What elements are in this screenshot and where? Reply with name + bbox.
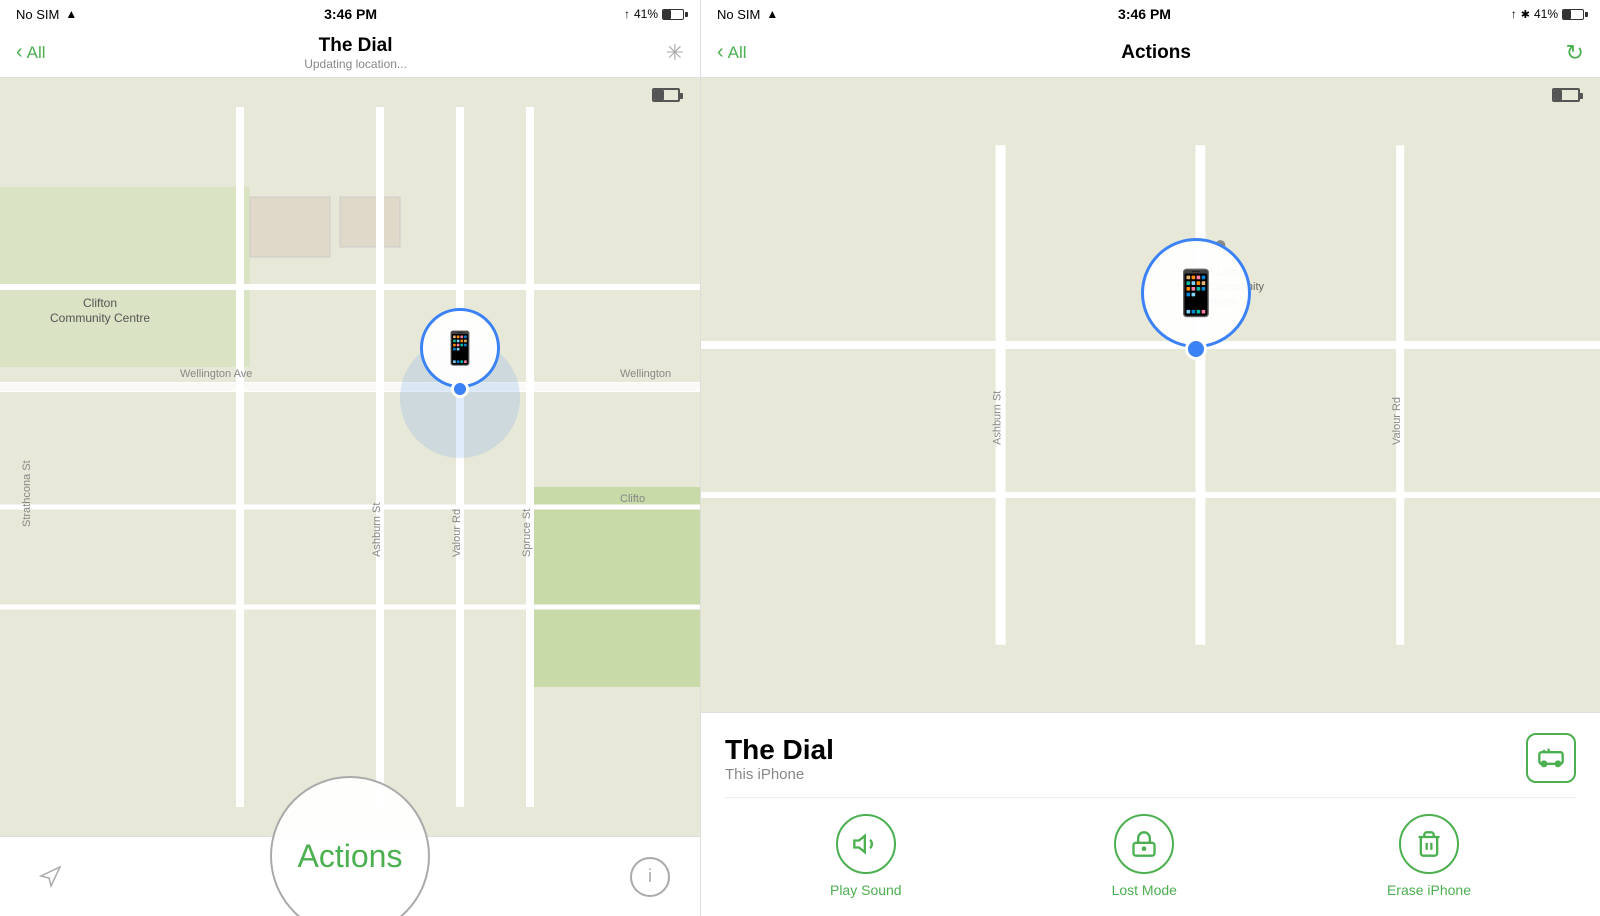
device-name: The Dial xyxy=(725,734,834,766)
iphone-icon-left: 📱 xyxy=(440,329,480,367)
nav-title-left: The Dial xyxy=(319,35,393,57)
device-info-panel: The Dial This iPhone xyxy=(701,712,1600,916)
actions-label: Actions xyxy=(298,838,403,875)
status-bar-right: No SIM ▲ 3:46 PM ↑ ✱ 41% xyxy=(701,0,1600,28)
info-icon: i xyxy=(648,866,652,887)
device-info-header: The Dial This iPhone xyxy=(725,733,1576,783)
map-battery-indicator-right xyxy=(1552,88,1580,102)
svg-text:Ashburn St: Ashburn St xyxy=(992,391,1004,445)
status-right-group-right: ↑ ✱ 41% xyxy=(1511,7,1584,21)
back-button-left[interactable]: ‹ All xyxy=(16,41,46,64)
battery-pct-right: 41% xyxy=(1534,7,1558,21)
chevron-left-icon-right: ‹ xyxy=(717,41,724,64)
device-circle-right: 📱 xyxy=(1141,238,1251,348)
time-display-left: 3:46 PM xyxy=(324,6,377,22)
back-label-right: All xyxy=(728,43,747,63)
erase-icon xyxy=(1399,814,1459,874)
battery-icon-right xyxy=(1562,9,1584,20)
svg-text:Community Centre: Community Centre xyxy=(50,311,150,325)
location-icon-right: ↑ xyxy=(1511,7,1517,21)
info-button[interactable]: i xyxy=(630,857,670,897)
device-dot-right xyxy=(1185,338,1207,360)
chevron-left-icon: ‹ xyxy=(16,41,23,64)
svg-text:Strathcona St: Strathcona St xyxy=(21,460,33,527)
erase-iphone-label: Erase iPhone xyxy=(1387,882,1471,898)
device-type: This iPhone xyxy=(725,766,834,783)
nav-title-right: Actions xyxy=(1121,42,1191,64)
directions-button[interactable] xyxy=(1526,733,1576,783)
nav-bar-left: ‹ All The Dial Updating location... ✳ xyxy=(0,28,700,78)
svg-text:Valour Rd: Valour Rd xyxy=(451,509,463,557)
map-svg-left: Wellington Ave Strathcona St Ashburn St … xyxy=(0,78,700,836)
svg-text:Spruce St: Spruce St xyxy=(521,509,533,557)
iphone-icon-right: 📱 xyxy=(1169,267,1224,319)
back-label-left: All xyxy=(27,43,46,63)
bluetooth-icon: ✱ xyxy=(1521,8,1530,21)
location-button[interactable] xyxy=(30,857,70,897)
location-icon: ↑ xyxy=(624,7,630,21)
loading-icon-left: ✳ xyxy=(666,40,684,66)
erase-iphone-button[interactable]: Erase iPhone xyxy=(1387,814,1471,898)
svg-text:Clifton: Clifton xyxy=(83,296,117,310)
back-button-right[interactable]: ‹ All xyxy=(717,41,747,64)
nav-bar-right: ‹ All Actions ↻ xyxy=(701,28,1600,78)
map-area-right: Ashburn St Valour Rd The Living Christ C… xyxy=(701,78,1600,712)
svg-text:Valour Rd: Valour Rd xyxy=(1391,397,1403,445)
map-area-left: Wellington Ave Strathcona St Ashburn St … xyxy=(0,78,700,836)
battery-icon-left xyxy=(662,9,684,20)
nav-subtitle-left: Updating location... xyxy=(304,57,407,71)
right-phone: No SIM ▲ 3:46 PM ↑ ✱ 41% ‹ All Actions ↻ xyxy=(700,0,1600,916)
svg-text:Wellington Ave: Wellington Ave xyxy=(180,368,252,380)
map-svg-right: Ashburn St Valour Rd The Living Christ C… xyxy=(701,78,1600,712)
no-sim-label-right: No SIM xyxy=(717,7,760,22)
refresh-button[interactable]: ↻ xyxy=(1566,40,1584,66)
device-name-group: The Dial This iPhone xyxy=(725,734,834,783)
device-dot-left xyxy=(451,380,469,398)
status-left-group-right: No SIM ▲ xyxy=(717,7,778,22)
action-buttons-row: Play Sound Lost Mode xyxy=(725,797,1576,906)
time-display-right: 3:46 PM xyxy=(1118,6,1171,22)
device-circle-left: 📱 xyxy=(420,308,500,388)
lost-mode-button[interactable]: Lost Mode xyxy=(1112,814,1177,898)
play-sound-label: Play Sound xyxy=(830,882,902,898)
play-sound-button[interactable]: Play Sound xyxy=(830,814,902,898)
lost-mode-icon xyxy=(1114,814,1174,874)
svg-text:Clifto: Clifto xyxy=(620,493,645,505)
left-phone: No SIM ▲ 3:46 PM ↑ 41% ‹ All The Dial Up… xyxy=(0,0,700,916)
bottom-bar-left: Actions i xyxy=(0,836,700,916)
map-battery-indicator xyxy=(652,88,680,102)
no-sim-label: No SIM xyxy=(16,7,59,22)
svg-text:Ashburn St: Ashburn St xyxy=(371,503,383,557)
device-pin-left: 📱 xyxy=(420,308,500,388)
play-sound-icon xyxy=(836,814,896,874)
nav-center-left: The Dial Updating location... xyxy=(304,35,407,71)
svg-text:Wellington: Wellington xyxy=(620,368,671,380)
battery-pct-left: 41% xyxy=(634,7,658,21)
wifi-icon-right: ▲ xyxy=(766,7,778,21)
lost-mode-label: Lost Mode xyxy=(1112,882,1177,898)
wifi-icon: ▲ xyxy=(65,7,77,21)
status-right-group: ↑ 41% xyxy=(624,7,684,21)
status-bar-left: No SIM ▲ 3:46 PM ↑ 41% xyxy=(0,0,700,28)
device-pin-right: 📱 xyxy=(1141,238,1251,348)
status-left-group: No SIM ▲ xyxy=(16,7,77,22)
